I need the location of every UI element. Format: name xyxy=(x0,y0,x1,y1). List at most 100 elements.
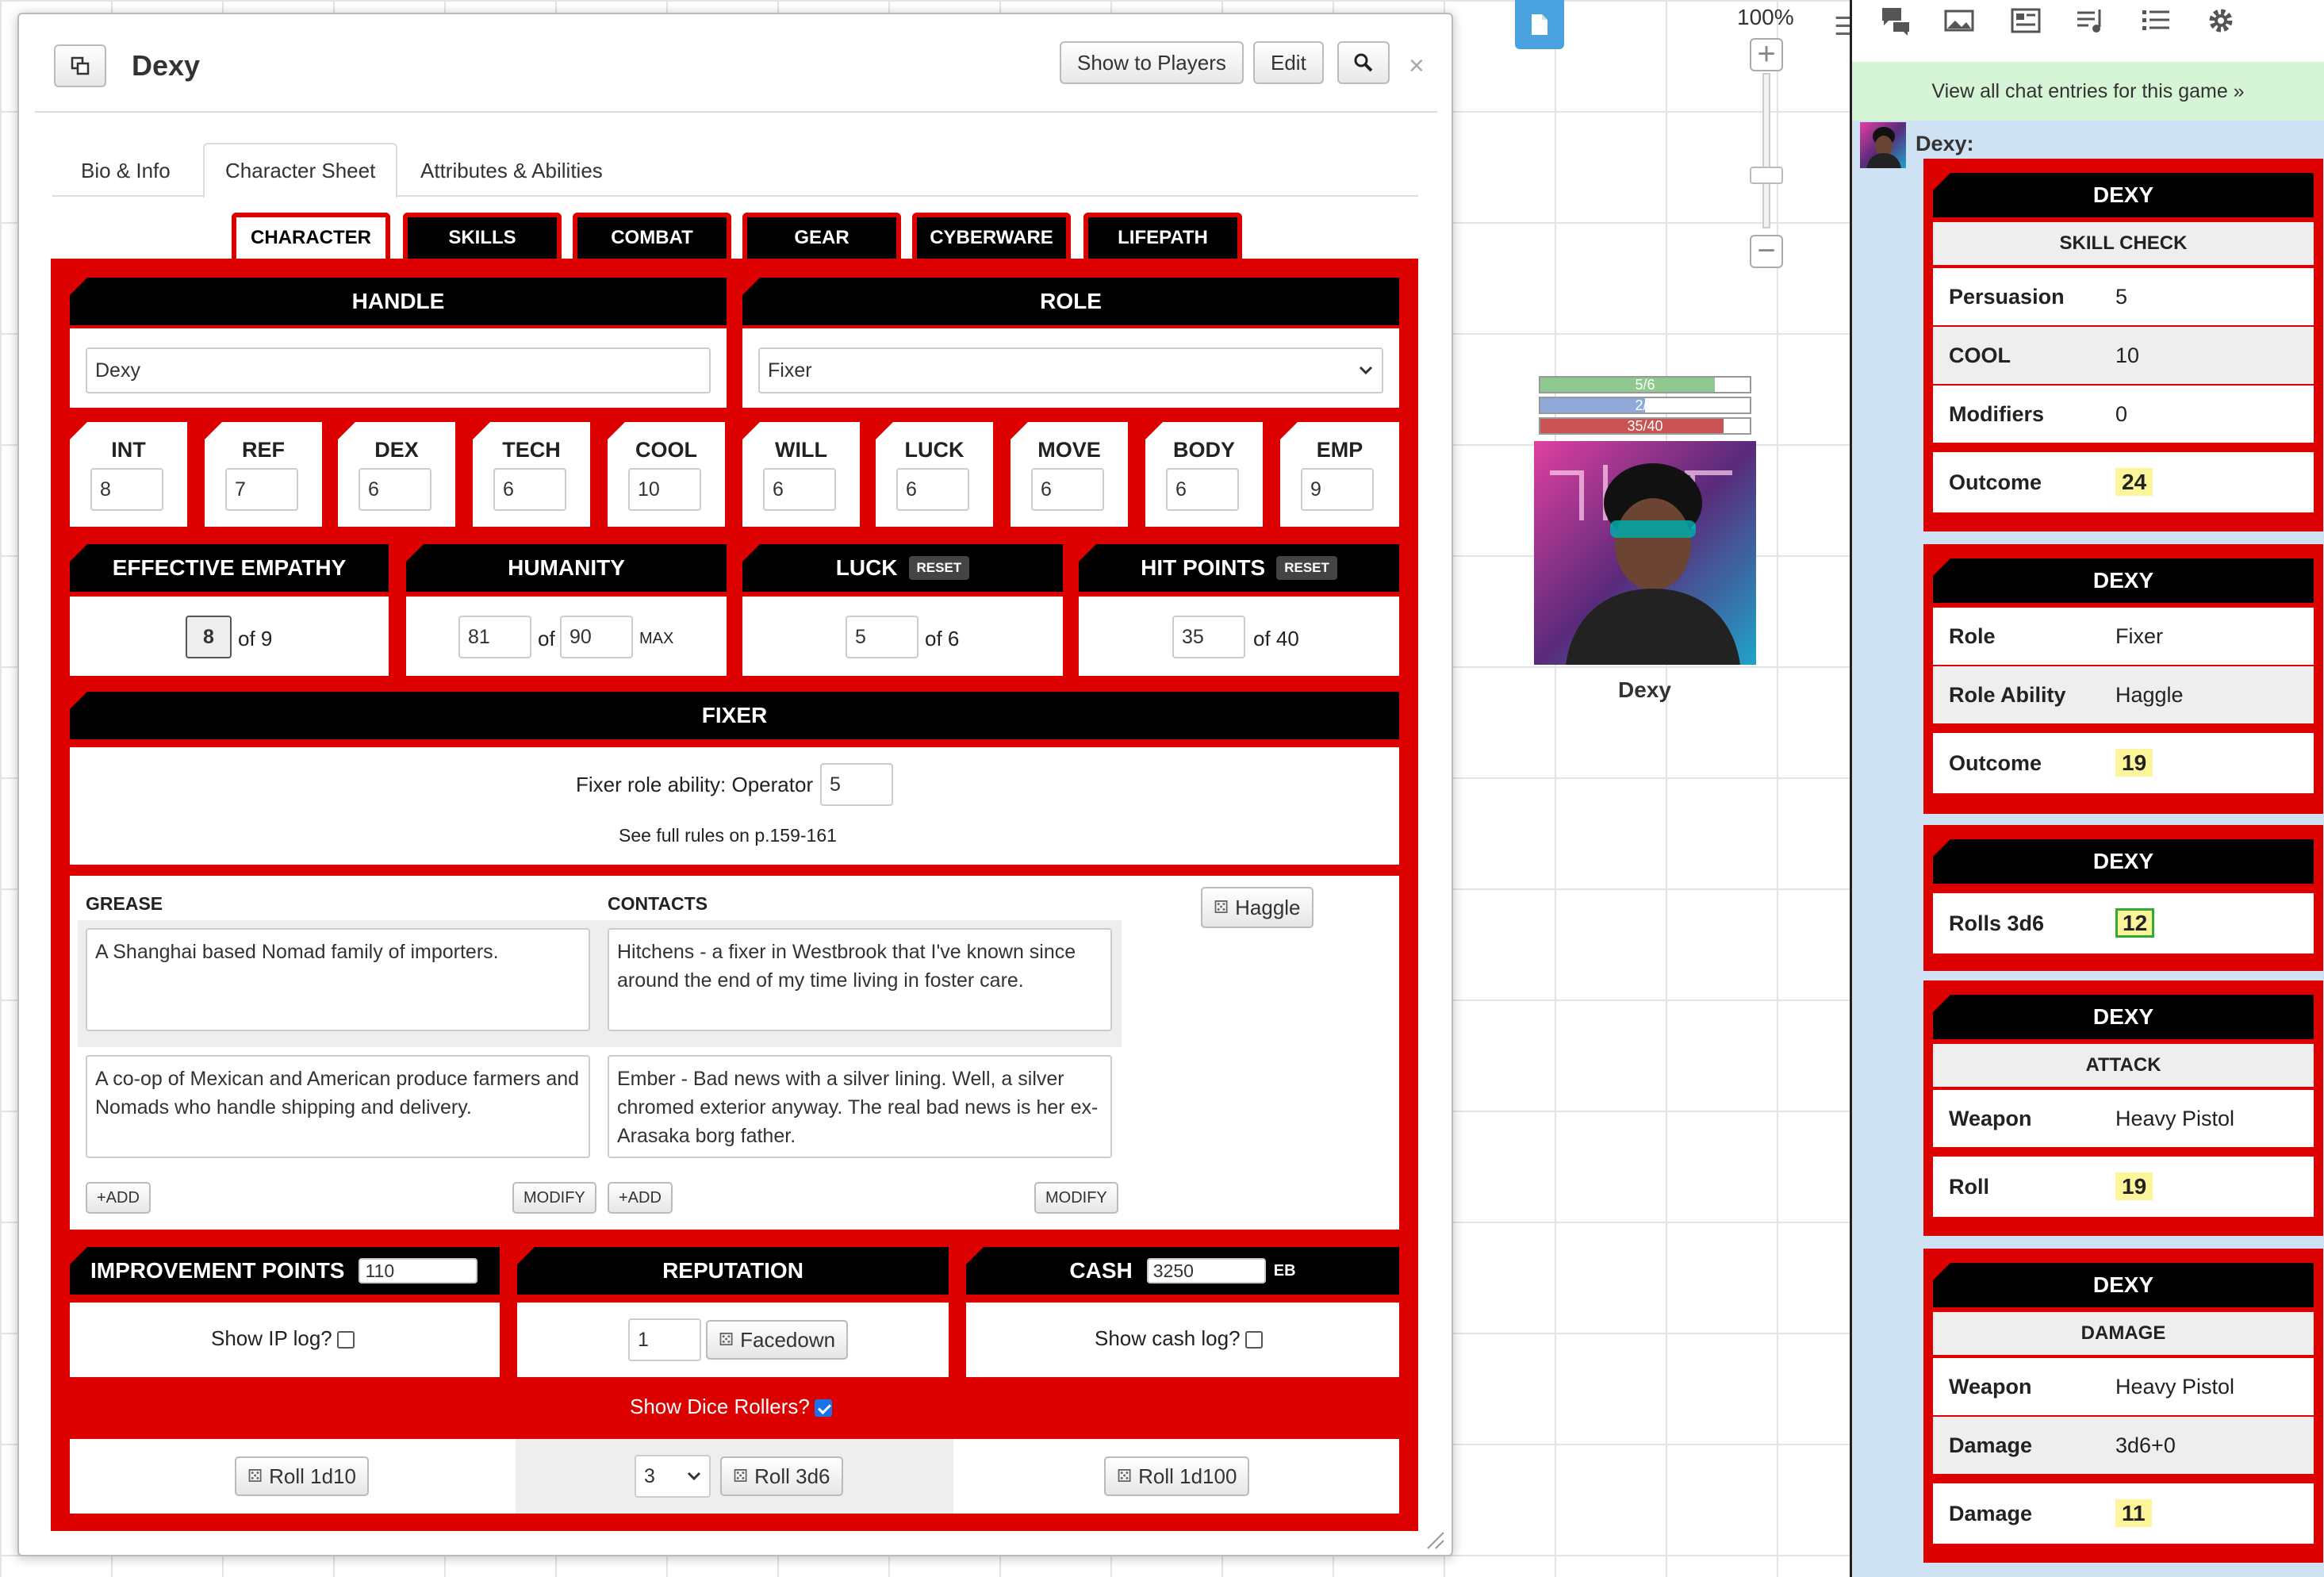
subtab-skills[interactable]: SKILLS xyxy=(403,213,562,259)
resize-handle-icon[interactable] xyxy=(1425,1529,1445,1550)
tab-attributes-abilities[interactable]: Attributes & Abilities xyxy=(400,143,623,198)
journal-icon[interactable] xyxy=(2009,5,2042,44)
grease-label: GREASE xyxy=(86,893,163,914)
haggle-button[interactable]: ⚄ Haggle xyxy=(1201,887,1313,928)
page-toolbar-button[interactable] xyxy=(1515,0,1564,49)
grease-entry[interactable]: A co-op of Mexican and American produce … xyxy=(86,1055,590,1158)
card-row-value: Fixer xyxy=(2115,624,2163,648)
stat-tech: TECH 6 xyxy=(473,422,590,527)
hp-input[interactable]: 35 xyxy=(1172,616,1245,658)
stat-input[interactable]: 6 xyxy=(1166,468,1239,511)
facedown-button[interactable]: ⚄ Facedown xyxy=(706,1320,849,1360)
card-outcome-value[interactable]: 19 xyxy=(2115,1172,2153,1200)
stat-move: MOVE 6 xyxy=(1011,422,1128,527)
hp-reset-button[interactable]: RESET xyxy=(1276,556,1337,580)
card-outcome-value[interactable]: 12 xyxy=(2115,908,2155,938)
humanity-input[interactable]: 81 xyxy=(458,616,531,658)
popout-button[interactable] xyxy=(54,44,106,87)
cash-input[interactable]: 3250 xyxy=(1146,1258,1266,1283)
die-icon: ⚄ xyxy=(1214,897,1229,917)
subtab-lifepath[interactable]: LIFEPATH xyxy=(1083,213,1242,259)
grease-add-button[interactable]: +ADD xyxy=(86,1182,151,1214)
ip-box: Show IP log? xyxy=(70,1303,500,1377)
grease-entry[interactable]: A Shanghai based Nomad family of importe… xyxy=(86,928,590,1031)
zoom-slider-handle[interactable] xyxy=(1750,167,1783,184)
contact-entry[interactable]: Ember - Bad news with a silver lining. W… xyxy=(608,1055,1112,1158)
stat-input[interactable]: 7 xyxy=(225,468,298,511)
art-library-icon[interactable] xyxy=(1942,5,1976,44)
bar-text: 35/40 xyxy=(1627,418,1663,434)
stat-luck: LUCK 6 xyxy=(876,422,993,527)
card-outcome-value[interactable]: 19 xyxy=(2115,749,2153,777)
stat-input[interactable]: 10 xyxy=(628,468,701,511)
humanity-max-input[interactable]: 90 xyxy=(560,616,633,658)
show-to-players-button[interactable]: Show to Players xyxy=(1060,41,1244,84)
subtab-cyberware[interactable]: CYBERWARE xyxy=(912,213,1071,259)
hp-box: 35 of 40 xyxy=(1079,597,1399,676)
roll-1d100-button[interactable]: ⚄ Roll 1d100 xyxy=(1104,1456,1250,1496)
chat-icon[interactable] xyxy=(1879,5,1912,44)
show-dice-label: Show Dice Rollers? xyxy=(630,1395,810,1418)
zoom-in-button[interactable]: + xyxy=(1750,38,1783,71)
jukebox-icon[interactable] xyxy=(2074,5,2107,44)
grease-modify-button[interactable]: MODIFY xyxy=(512,1182,596,1214)
show-cash-checkbox[interactable] xyxy=(1244,1331,1263,1349)
popout-icon xyxy=(71,56,90,75)
die-icon: ⚄ xyxy=(1117,1466,1133,1486)
stat-input[interactable]: 6 xyxy=(763,468,836,511)
tab-character-sheet[interactable]: Character Sheet xyxy=(203,143,398,198)
view-all-chat-link[interactable]: View all chat entries for this game » xyxy=(1852,62,2324,121)
reputation-input[interactable]: 1 xyxy=(628,1318,701,1361)
humanity-of: of xyxy=(538,627,555,650)
search-button[interactable] xyxy=(1337,41,1390,84)
dice-count-select[interactable]: 3 xyxy=(635,1455,711,1498)
subtab-combat[interactable]: COMBAT xyxy=(573,213,731,259)
card-row: Weapon Heavy Pistol xyxy=(1933,1090,2314,1147)
stat-input[interactable]: 9 xyxy=(1301,468,1374,511)
card-title: DEXY xyxy=(1933,558,2314,603)
show-ip-checkbox[interactable] xyxy=(336,1331,355,1349)
humanity-header: HUMANITY xyxy=(406,544,727,592)
zoom-slider-track[interactable] xyxy=(1762,73,1770,228)
settings-icon[interactable] xyxy=(2204,5,2238,44)
card-row: Role Ability Haggle xyxy=(1933,666,2314,723)
show-cash-log: Show cash log? xyxy=(1095,1326,1263,1351)
stat-input[interactable]: 8 xyxy=(90,468,163,511)
stat-input[interactable]: 6 xyxy=(896,468,969,511)
card-outcome-value[interactable]: 24 xyxy=(2115,468,2153,496)
contacts-modify-button[interactable]: MODIFY xyxy=(1034,1182,1118,1214)
contact-entry[interactable]: Hitchens - a fixer in Westbrook that I'v… xyxy=(608,928,1112,1031)
card-row-value: Heavy Pistol xyxy=(2115,1106,2235,1130)
subtab-gear[interactable]: GEAR xyxy=(742,213,901,259)
card-outcome-value[interactable]: 11 xyxy=(2115,1499,2152,1527)
luck-reset-button[interactable]: RESET xyxy=(908,556,970,580)
roll-1d10-button[interactable]: ⚄ Roll 1d10 xyxy=(235,1456,369,1496)
role-select[interactable]: Fixer xyxy=(758,347,1383,393)
collection-icon[interactable] xyxy=(2139,5,2173,44)
contacts-add-button[interactable]: +ADD xyxy=(608,1182,673,1214)
show-dice-checkbox[interactable] xyxy=(814,1399,832,1418)
stat-body: BODY 6 xyxy=(1145,422,1263,527)
tab-bio-info[interactable]: Bio & Info xyxy=(60,143,191,198)
fixer-ability-input[interactable]: 5 xyxy=(820,763,893,806)
card-row-value: 10 xyxy=(2115,343,2140,367)
roll-3d6-button[interactable]: ⚄ Roll 3d6 xyxy=(720,1456,843,1496)
stat-input[interactable]: 6 xyxy=(1031,468,1104,511)
card-outcome-label: Outcome xyxy=(1949,750,2042,775)
card-row: Role Fixer xyxy=(1933,608,2314,665)
stat-input[interactable]: 6 xyxy=(493,468,566,511)
stat-int: INT 8 xyxy=(70,422,187,527)
zoom-out-button[interactable]: − xyxy=(1750,235,1783,268)
subtab-character[interactable]: CHARACTER xyxy=(232,213,390,259)
luck-input[interactable]: 5 xyxy=(846,616,918,658)
stat-input[interactable]: 6 xyxy=(359,468,431,511)
show-cash-label: Show cash log? xyxy=(1095,1326,1241,1350)
chat-card-roll: DEXY Rolls 3d6 12 xyxy=(1923,825,2323,971)
card-subtitle: DAMAGE xyxy=(1933,1312,2314,1355)
token-portrait[interactable] xyxy=(1534,441,1756,665)
ip-input[interactable]: 110 xyxy=(359,1258,478,1283)
handle-input[interactable]: Dexy xyxy=(86,347,711,393)
close-icon[interactable]: × xyxy=(1409,51,1425,82)
edit-button[interactable]: Edit xyxy=(1253,41,1324,84)
stat-ref: REF 7 xyxy=(205,422,322,527)
